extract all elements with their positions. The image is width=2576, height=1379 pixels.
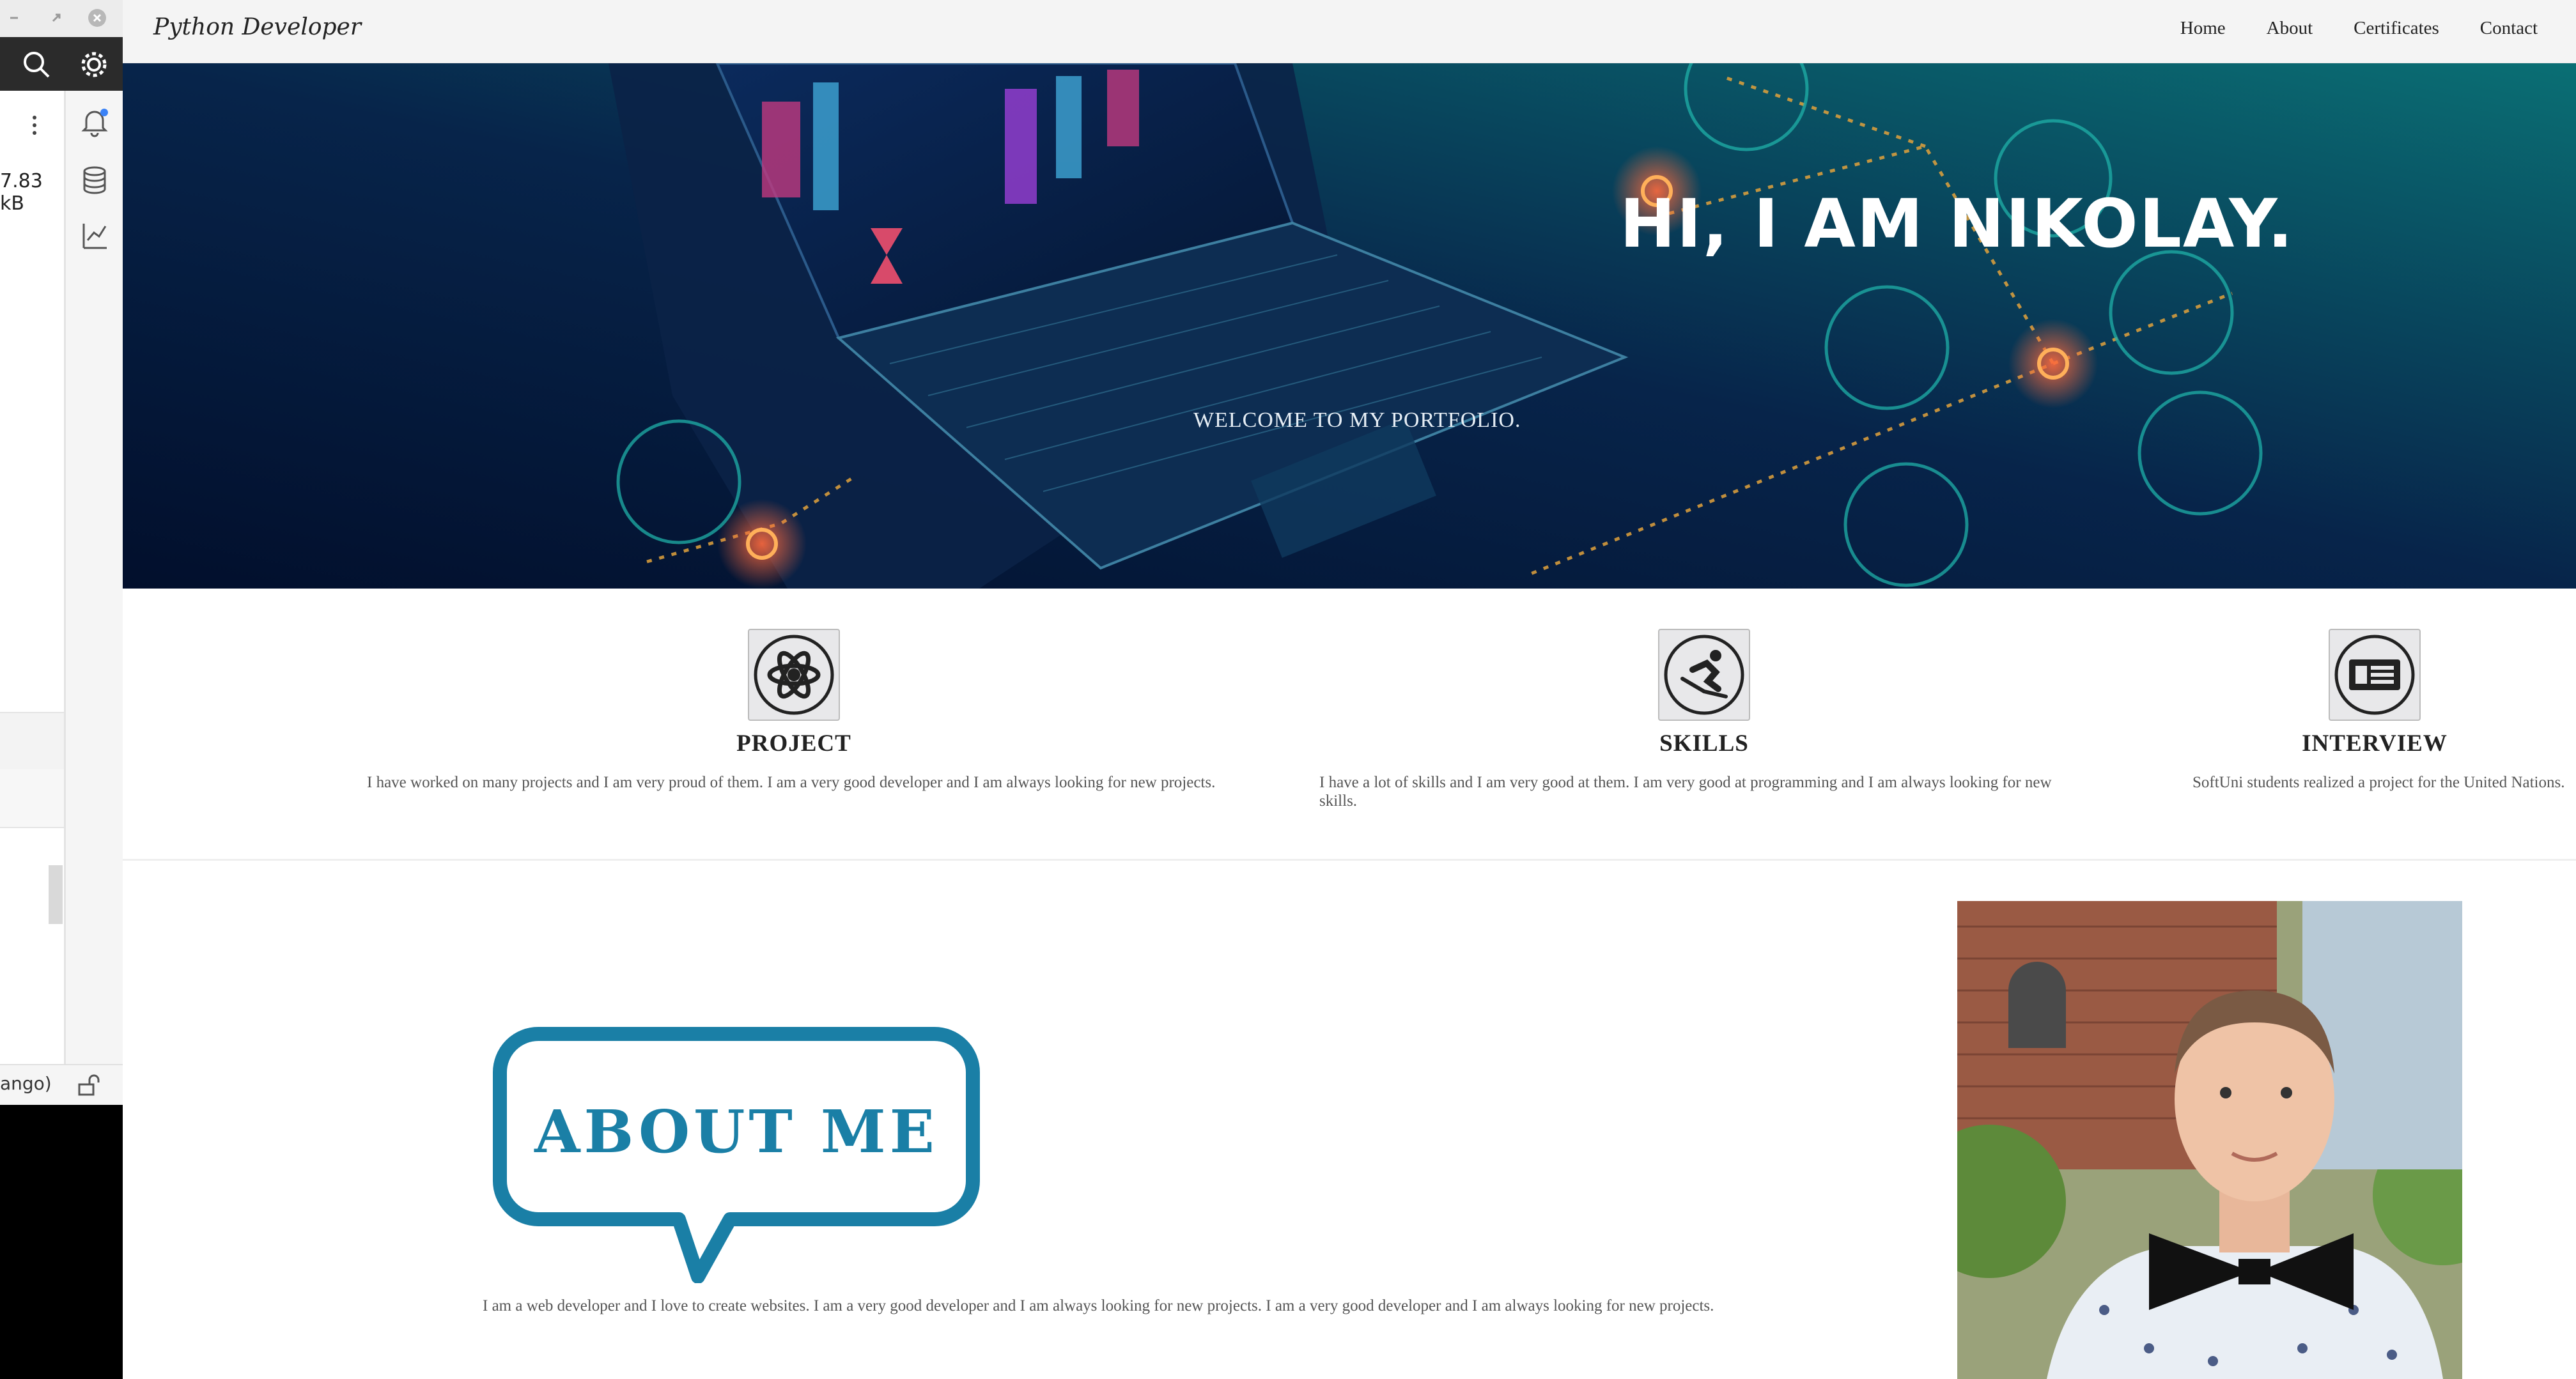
scrollbar-thumb[interactable] — [49, 865, 63, 924]
hero-title: HI, I AM NIKOLAY. — [1620, 185, 2295, 263]
window-titlebar — [0, 0, 123, 37]
feature-skills: SKILLS — [1544, 629, 1864, 757]
nav-link-home[interactable]: Home — [2180, 18, 2226, 39]
feature-project: PROJECT — [634, 629, 954, 757]
status-text: ango) — [0, 1073, 52, 1094]
hero-subtitle: WELCOME TO MY PORTFOLIO. — [1193, 408, 1521, 432]
kebab-menu-icon[interactable] — [28, 112, 41, 141]
feature-title: PROJECT — [736, 730, 851, 757]
close-icon[interactable] — [88, 9, 106, 27]
panel-row-highlight[interactable] — [0, 712, 64, 772]
nav-link-contact[interactable]: Contact — [2480, 18, 2538, 39]
about-text: I am a web developer and I love to creat… — [483, 1297, 1714, 1314]
bell-icon[interactable] — [79, 106, 111, 141]
atom-icon[interactable] — [748, 629, 840, 721]
about-badge-text: ABOUT ME — [534, 1097, 938, 1166]
nav-link-certificates[interactable]: Certificates — [2354, 18, 2439, 39]
ide-status-bar: ango) — [0, 1064, 123, 1105]
file-size-label: 7.83 kB — [0, 170, 43, 215]
feature-title: INTERVIEW — [2302, 730, 2448, 757]
minimize-icon[interactable] — [5, 9, 23, 27]
feature-title: SKILLS — [1659, 730, 1749, 757]
newspaper-icon[interactable] — [2329, 629, 2421, 721]
chart-icon[interactable] — [80, 220, 109, 255]
search-icon[interactable] — [22, 50, 51, 82]
feature-text: I have worked on many projects and I am … — [367, 774, 1216, 791]
about-me-badge: ABOUT ME — [487, 1021, 986, 1286]
database-icon[interactable] — [80, 165, 109, 200]
hero-background-image — [123, 63, 2576, 589]
maximize-icon[interactable] — [47, 9, 65, 27]
skier-icon[interactable] — [1658, 629, 1750, 721]
feature-interview: INTERVIEW — [2215, 629, 2534, 757]
unlock-icon[interactable] — [75, 1073, 101, 1102]
portfolio-page: Python Developer Home About Certificates… — [123, 0, 2576, 1379]
profile-photo — [1957, 901, 2462, 1379]
hero-banner: HI, I AM NIKOLAY. WELCOME TO MY PORTFOLI… — [123, 63, 2576, 589]
brand-logo[interactable]: Python Developer — [153, 14, 361, 40]
panel-row[interactable] — [0, 769, 64, 828]
gear-icon[interactable] — [79, 50, 109, 82]
nav-links: Home About Certificates Contact — [2180, 18, 2538, 39]
ide-side-panel: 7.83 kB ango) — [0, 0, 123, 1379]
navbar: Python Developer Home About Certificates… — [123, 0, 2576, 64]
nav-link-about[interactable]: About — [2267, 18, 2313, 39]
ide-file-panel: 7.83 kB — [0, 91, 66, 1064]
ide-toolbar — [0, 37, 123, 91]
feature-text: I have a lot of skills and I am very goo… — [1319, 774, 2052, 810]
ide-tool-rail — [66, 91, 123, 1064]
section-divider — [123, 859, 2576, 861]
feature-text: SoftUni students realized a project for … — [2192, 774, 2565, 791]
